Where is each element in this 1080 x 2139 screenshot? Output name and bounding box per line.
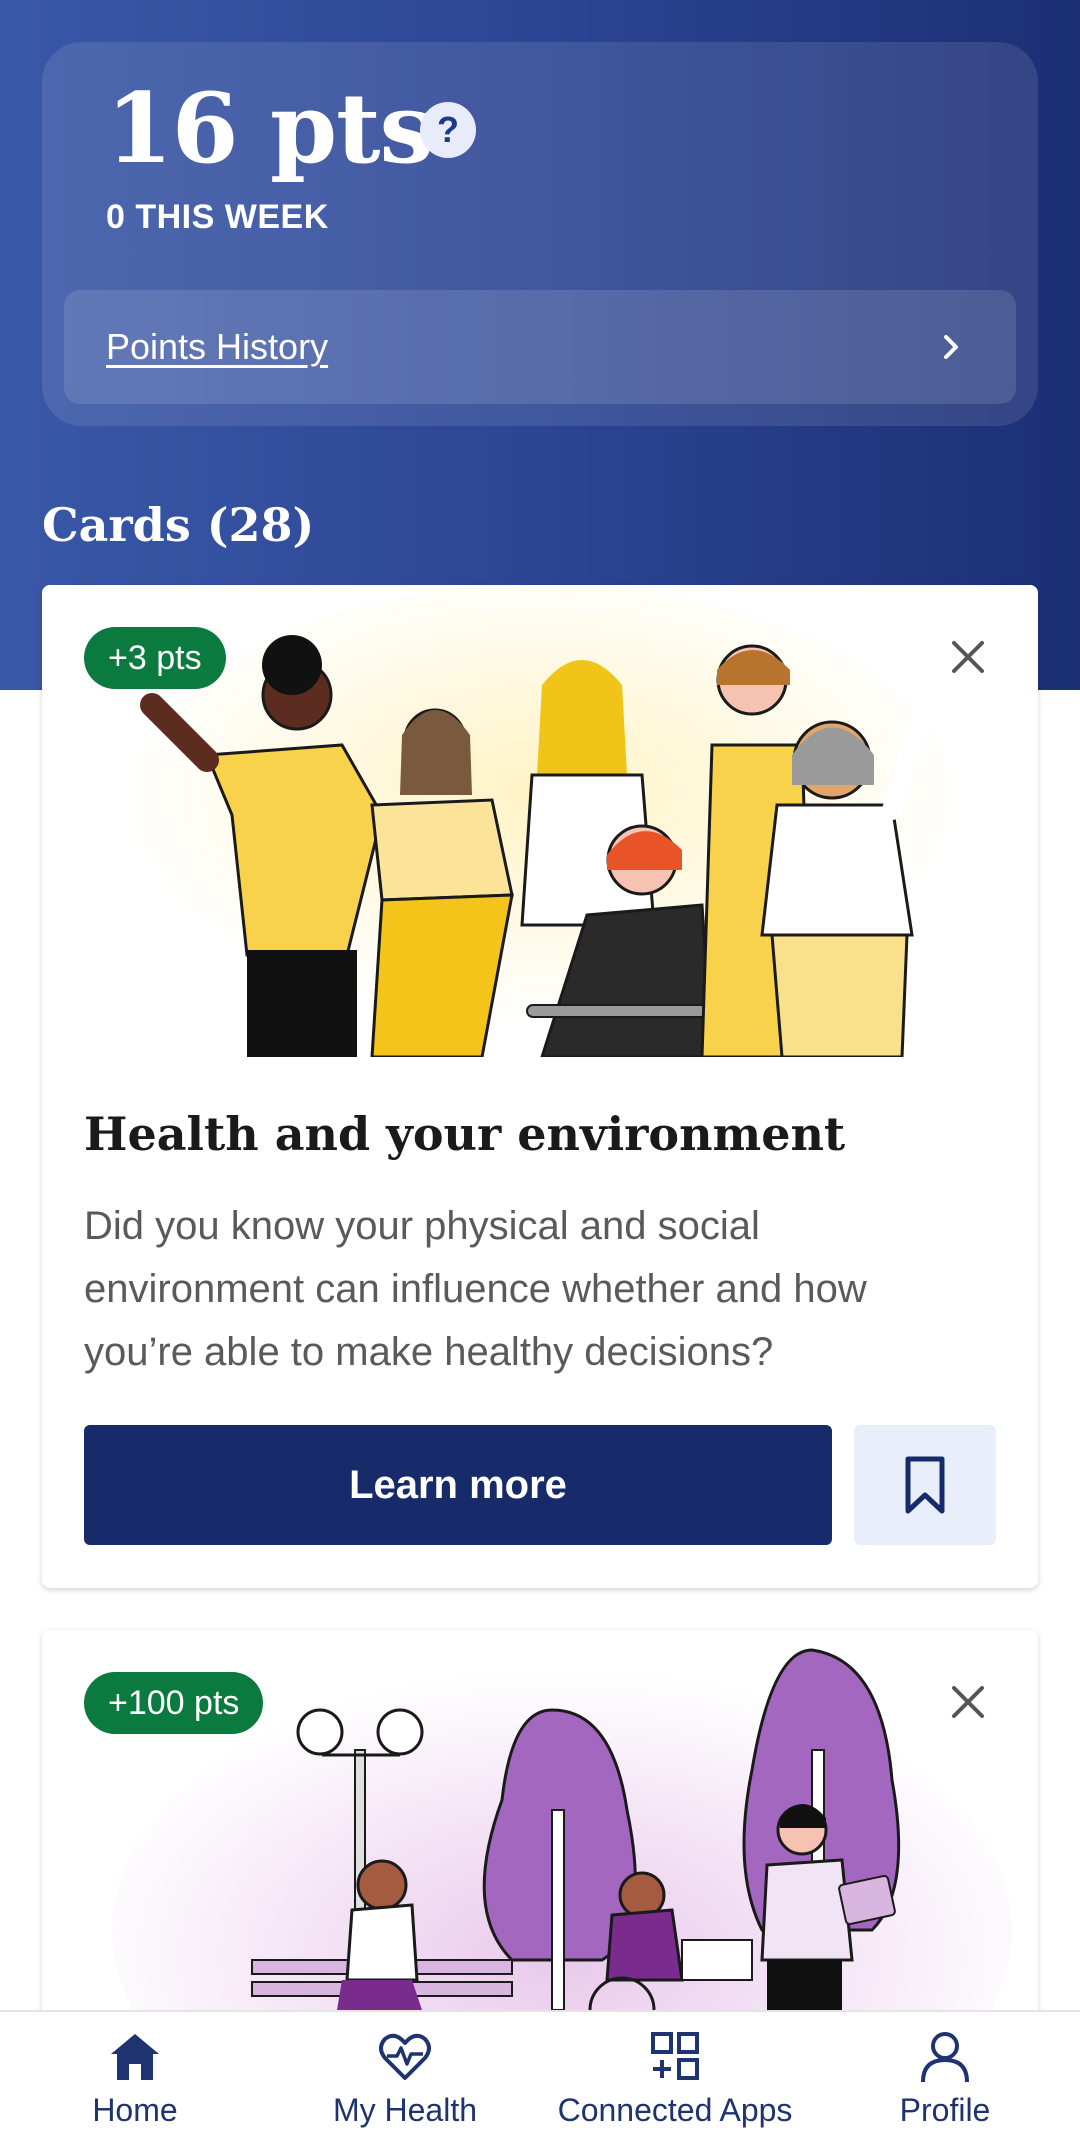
- points-history-label: Points History: [106, 326, 329, 367]
- points-badge: +100 pts: [84, 1672, 264, 1734]
- apps-add-icon: [651, 2032, 699, 2080]
- tab-profile[interactable]: Profile: [810, 2012, 1080, 2139]
- cards-heading: Cards (28): [42, 498, 315, 552]
- tab-profile-label: Profile: [899, 2092, 991, 2128]
- tab-connected-apps-label: Connected Apps: [557, 2092, 793, 2128]
- close-icon[interactable]: [948, 637, 988, 677]
- tab-home[interactable]: Home: [0, 2012, 270, 2139]
- heart-pulse-icon: [379, 2033, 431, 2080]
- person-icon: [921, 2032, 969, 2083]
- house-icon: [111, 2034, 159, 2080]
- points-summary-card: 16 pts ? 0 THIS WEEK Points History: [42, 42, 1038, 426]
- tab-home-label: Home: [92, 2092, 178, 2128]
- points-badge: +3 pts: [84, 627, 226, 689]
- question-icon[interactable]: ?: [420, 102, 476, 158]
- points-history-link[interactable]: Points History: [64, 290, 1016, 404]
- points-total: 16 pts: [106, 72, 434, 185]
- bookmark-icon: [905, 1456, 945, 1514]
- tab-my-health[interactable]: My Health: [270, 2012, 540, 2139]
- points-this-week: 0 THIS WEEK: [106, 198, 329, 236]
- tab-connected-apps[interactable]: Connected Apps: [540, 2012, 810, 2139]
- chevron-right-icon: [944, 335, 958, 359]
- card-description: Did you know your physical and social en…: [84, 1204, 867, 1374]
- tab-my-health-label: My Health: [332, 2092, 478, 2128]
- bottom-tab-bar: Home My Health Connected Apps Profile: [0, 2010, 1080, 2139]
- card-health-environment: +3 pts Health and your environment Did y…: [42, 585, 1038, 1588]
- learn-more-button[interactable]: Learn more: [84, 1425, 832, 1545]
- bookmark-button[interactable]: [854, 1425, 996, 1545]
- close-icon[interactable]: [948, 1682, 988, 1722]
- card-title: Health and your environment: [84, 1107, 846, 1161]
